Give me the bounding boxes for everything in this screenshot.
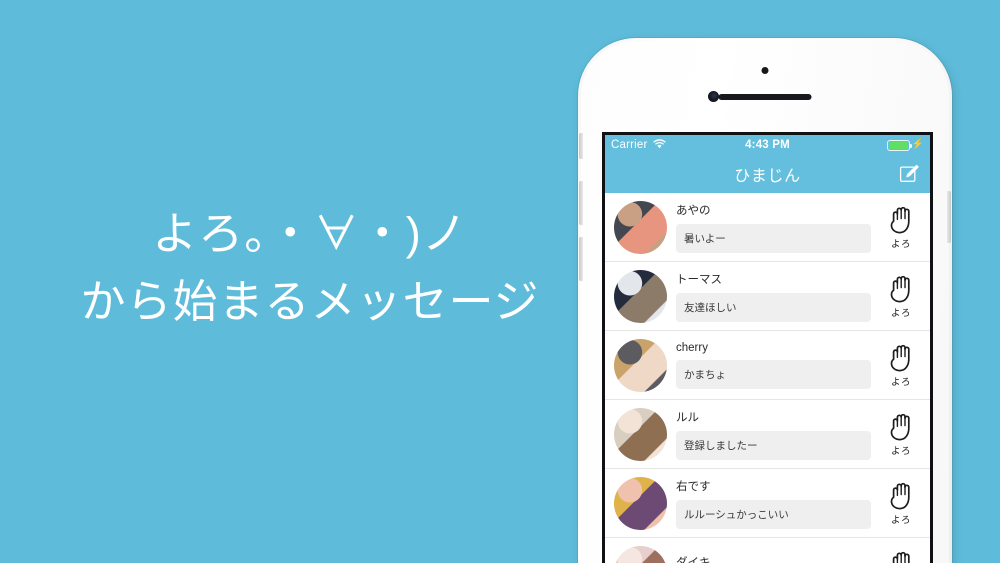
proximity-sensor-icon (761, 67, 769, 74)
front-camera-icon (708, 91, 719, 102)
yoro-action-label: よろ (890, 446, 911, 457)
yoro-action-label: よろ (890, 515, 911, 526)
list-item-body: 右ですルルーシュかっこいい (676, 478, 871, 529)
list-item[interactable]: ルル登録しましたーよろ (605, 400, 930, 469)
raised-hand-icon (886, 204, 916, 235)
page-title: ひまじん (734, 168, 801, 185)
promo-tagline: よろ。・∀・)ノ から始まるメッセージ (60, 200, 560, 337)
raised-hand-icon (886, 342, 916, 373)
list-item[interactable]: トーマス友達ほしいよろ (605, 262, 930, 331)
yoro-action-button[interactable]: よろ (880, 480, 922, 526)
compose-icon[interactable] (899, 164, 920, 185)
mute-switch-button[interactable] (579, 133, 583, 159)
list-item-message[interactable]: かまちょ (676, 359, 871, 389)
phone-screen: Carrier 4:43 PM ⚡ ひまじん あやの 暑いよー よろ トーマス … (605, 135, 930, 563)
yoro-action-button[interactable]: よろ (880, 411, 922, 457)
status-bar-time: 4:43 PM (745, 139, 790, 151)
raised-hand-icon (886, 480, 916, 511)
list-item-name: ダイキ (676, 557, 711, 563)
volume-down-button[interactable] (579, 237, 583, 281)
yoro-action-label: よろ (890, 308, 911, 319)
list-item-message[interactable]: 登録しましたー (676, 430, 871, 460)
avatar[interactable] (614, 545, 667, 563)
nav-bar: ひまじん (605, 155, 930, 193)
volume-up-button[interactable] (579, 181, 583, 225)
battery-icon (886, 139, 912, 151)
list-item-name: 右です (676, 480, 711, 493)
list-item-body: あやの 暑いよー (676, 202, 871, 253)
yoro-action-label: よろ (890, 377, 911, 388)
list-item-message[interactable]: 暑いよー (676, 223, 871, 253)
avatar[interactable] (614, 407, 667, 461)
charging-bolt-icon: ⚡ (911, 139, 924, 150)
earpiece-speaker-icon (718, 94, 812, 100)
list-item[interactable]: cherry かまちょよろ (605, 331, 930, 400)
phone-mockup: Carrier 4:43 PM ⚡ ひまじん あやの 暑いよー よろ トーマス … (578, 38, 952, 563)
avatar[interactable] (614, 338, 667, 392)
list-item-body: ダイキ (676, 554, 871, 563)
phone-body: Carrier 4:43 PM ⚡ ひまじん あやの 暑いよー よろ トーマス … (579, 41, 951, 563)
raised-hand-icon (886, 411, 916, 442)
avatar[interactable] (614, 200, 667, 254)
raised-hand-icon (886, 549, 916, 563)
list-item-body: cherry かまちょ (676, 342, 871, 389)
power-button[interactable] (947, 191, 951, 243)
list-item-name: ルル (676, 411, 699, 424)
list-item-body: トーマス 友達ほしい (676, 271, 871, 322)
yoro-action-label: よろ (890, 239, 911, 250)
yoro-action-button[interactable]: よろ (880, 549, 922, 563)
status-bar: Carrier 4:43 PM ⚡ (605, 135, 930, 155)
raised-hand-icon (886, 273, 916, 304)
list-item-name: cherry (676, 341, 708, 354)
avatar[interactable] (614, 476, 667, 530)
list-item[interactable]: あやの暑いよーよろ (605, 193, 930, 262)
yoro-action-button[interactable]: よろ (880, 204, 922, 250)
list-item-body: ルル 登録しましたー (676, 409, 871, 460)
yoro-action-button[interactable]: よろ (880, 273, 922, 319)
list-item-name: あやの (676, 204, 711, 217)
yoro-action-button[interactable]: よろ (880, 342, 922, 388)
conversation-list[interactable]: あやの 暑いよー よろ トーマス 友達ほしい よろ cherry かまちょ よろ ルル 登録しました… (605, 193, 930, 563)
list-item-message[interactable]: 友達ほしい (676, 292, 871, 322)
list-item[interactable]: ダイキ よろ (605, 538, 930, 563)
promo-line-1: よろ。・∀・)ノ (152, 208, 468, 259)
list-item-name: トーマス (676, 273, 722, 286)
status-bar-right: ⚡ (886, 139, 924, 151)
avatar[interactable] (614, 269, 667, 323)
promo-line-2: から始まるメッセージ (80, 276, 540, 328)
list-item[interactable]: 右ですルルーシュかっこいいよろ (605, 469, 930, 538)
list-item-message[interactable]: ルルーシュかっこいい (676, 499, 871, 529)
